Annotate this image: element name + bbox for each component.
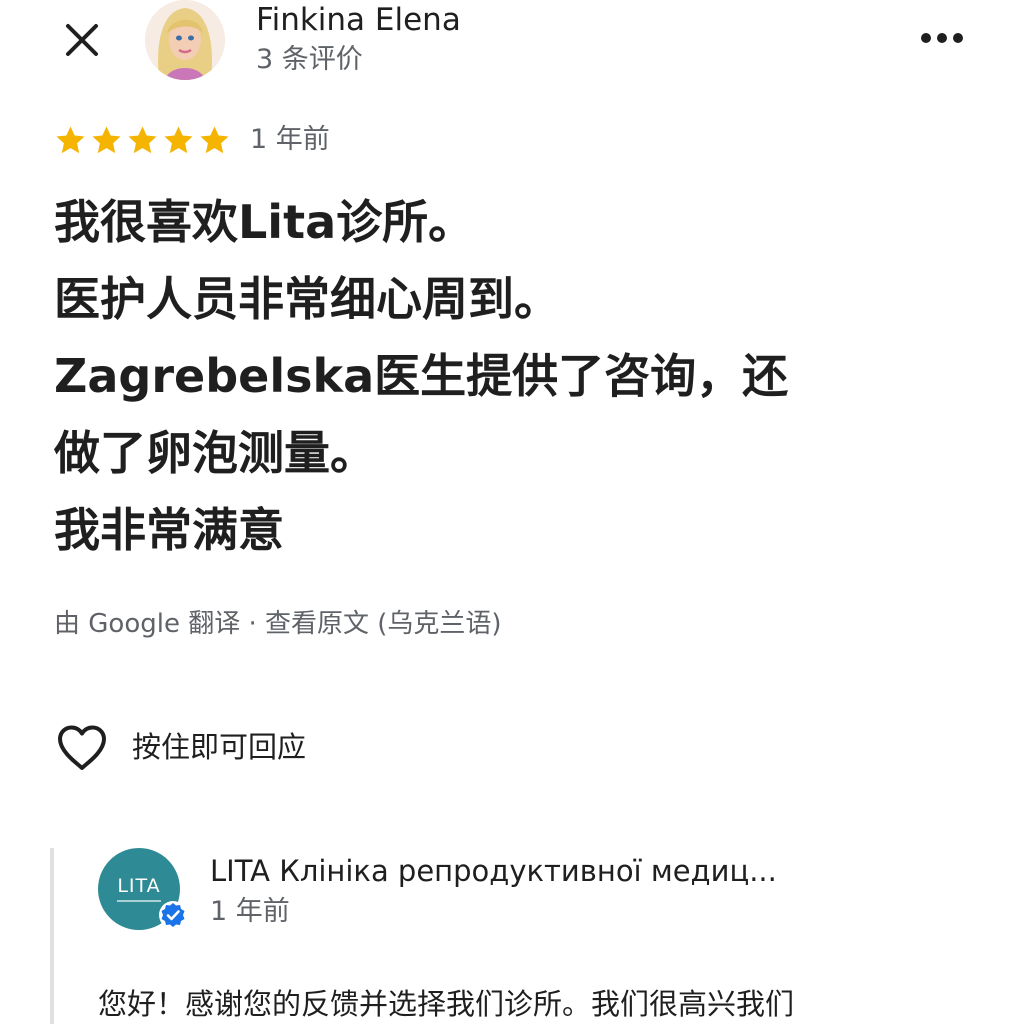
reply-divider [50, 848, 54, 1024]
review-count: 3 条评价 [256, 44, 363, 75]
react-label[interactable]: 按住即可回应 [132, 727, 306, 767]
owner-logo-underline [117, 900, 161, 902]
star-rating [54, 124, 231, 157]
heart-outline-icon [58, 725, 106, 770]
star-icon [164, 126, 193, 154]
star-icon [92, 126, 121, 154]
translation-note: 由 Google 翻译 · 查看原文 (乌克兰语) [54, 604, 502, 644]
review-detail-page: Finkina Elena 3 条评价 1 年前 我很喜欢Lita诊所。 医护人… [0, 0, 1024, 1024]
avatar-image [145, 0, 225, 80]
owner-name[interactable]: LITA Клініка репродуктивної медиц... [210, 852, 777, 890]
review-text: 我很喜欢Lita诊所。 医护人员非常细心周到。 Zagrebelska医生提供了… [54, 184, 984, 569]
review-line: Zagrebelska医生提供了咨询，还 [54, 349, 789, 403]
owner-reply-time: 1 年前 [210, 896, 290, 927]
close-button[interactable] [58, 16, 106, 64]
review-line: 医护人员非常细心周到。 [54, 272, 560, 326]
star-icon [56, 126, 85, 154]
translation-prefix: 由 Google 翻译 · [54, 609, 266, 639]
owner-logo-text: LITA [117, 875, 161, 897]
avatar[interactable] [145, 0, 225, 80]
react-button[interactable] [54, 720, 110, 776]
review-time: 1 年前 [250, 124, 330, 155]
close-icon [66, 24, 98, 56]
more-options-button[interactable] [912, 18, 972, 58]
review-line: 做了卵泡测量。 [54, 426, 376, 480]
review-line: 我非常满意 [54, 503, 284, 557]
owner-reply-text: 您好！感谢您的反馈并选择我们诊所。我们很高兴我们 [98, 987, 795, 1021]
author-name[interactable]: Finkina Elena [256, 0, 461, 40]
star-icon [200, 126, 229, 154]
view-original-link[interactable]: 查看原文 (乌克兰语) [265, 609, 502, 639]
review-line: 我很喜欢Lita诊所。 [54, 195, 475, 249]
star-icon [128, 126, 157, 154]
more-horizontal-icon [921, 33, 963, 43]
verified-badge-icon [159, 901, 187, 929]
